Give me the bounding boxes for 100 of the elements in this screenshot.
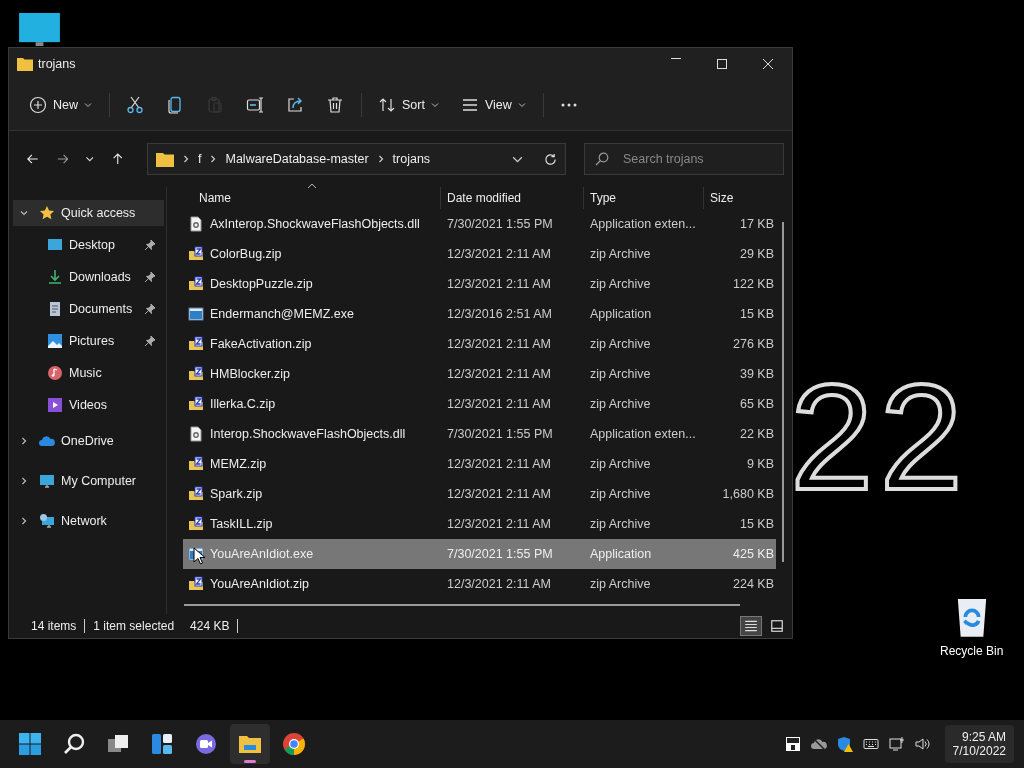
- volume-icon[interactable]: [914, 736, 931, 752]
- wallpaper-number: 22: [790, 362, 969, 512]
- file-row[interactable]: HMBlocker.zip 12/3/2021 2:11 AM zip Archive 39 KB: [183, 359, 776, 389]
- table-cell-text: 65 KB: [738, 397, 775, 411]
- sort-button[interactable]: Sort: [370, 89, 447, 121]
- cloud-off-icon[interactable]: [810, 736, 827, 752]
- caret-icon: [84, 101, 92, 109]
- minimize-icon[interactable]: [670, 58, 682, 59]
- file-name: Illerka.C.zip: [210, 397, 276, 411]
- maximize-icon[interactable]: [716, 58, 728, 70]
- zip-archive-icon: [188, 366, 204, 382]
- table-cell-text: 15 KB: [738, 517, 775, 531]
- table-cell-text: 12/3/2021 2:11 AM: [446, 457, 553, 471]
- file-name: MEMZ.zip: [210, 457, 267, 471]
- desktop-icon: [47, 237, 63, 253]
- document-icon: [47, 301, 63, 317]
- clock[interactable]: 9:25 AM 7/10/2022: [944, 725, 1014, 763]
- server-tray-icon[interactable]: [784, 736, 801, 752]
- file-row[interactable]: Illerka.C.zip 12/3/2021 2:11 AM zip Archive 65 KB: [183, 389, 776, 419]
- caret-icon: [430, 101, 439, 109]
- zip-archive-icon: [188, 336, 204, 352]
- start-icon: [18, 732, 42, 756]
- file-row[interactable]: FakeActivation.zip 12/3/2021 2:11 AM zip Archive 276 KB: [183, 329, 776, 359]
- table-cell-text: zip Archive: [589, 487, 652, 501]
- zip-archive-icon: [188, 456, 204, 472]
- breadcrumb-item[interactable]: trojans: [392, 152, 431, 166]
- caret-icon: [517, 101, 526, 109]
- chevron-icon: [376, 154, 385, 164]
- column-header[interactable]: Size: [704, 187, 776, 209]
- table-cell-text: 15 KB: [738, 307, 775, 321]
- zip-archive-icon: [188, 576, 204, 592]
- wired-network-icon[interactable]: [888, 736, 905, 752]
- computer-icon[interactable]: [18, 12, 61, 47]
- file-row[interactable]: TaskILL.zip 12/3/2021 2:11 AM zip Archive 15 KB: [183, 509, 776, 539]
- collapse-chevron-icon[interactable]: [19, 208, 29, 218]
- table-cell-text: 12/3/2021 2:11 AM: [446, 367, 553, 381]
- details-view-button[interactable]: [740, 616, 762, 636]
- file-name: Interop.ShockwaveFlashObjects.dll: [210, 427, 406, 441]
- search-icon: [62, 732, 86, 756]
- share-icon: [286, 96, 304, 114]
- table-cell-text: 12/3/2021 2:11 AM: [446, 277, 553, 291]
- file-row[interactable]: MEMZ.zip 12/3/2021 2:11 AM zip Archive 9 KB: [183, 449, 776, 479]
- zip-archive-icon: [188, 246, 204, 262]
- file-name: FakeActivation.zip: [210, 337, 312, 351]
- table-cell-text: 17 KB: [738, 217, 775, 231]
- table-cell-text: zip Archive: [589, 397, 652, 411]
- shield-warning-icon[interactable]: [836, 736, 853, 752]
- vertical-scrollbar[interactable]: [782, 222, 784, 562]
- sidebar-item[interactable]: Desktop: [9, 229, 166, 261]
- copy-icon: [166, 96, 184, 114]
- address-bar[interactable]: f MalwareDatabase-master trojans: [147, 143, 566, 175]
- picture-icon: [47, 333, 63, 349]
- expand-chevron-icon[interactable]: [19, 516, 29, 526]
- download-icon: [47, 269, 63, 285]
- file-row[interactable]: YouAreAnIdiot.zip 12/3/2021 2:11 AM zip Archive 224 KB: [183, 569, 776, 599]
- breadcrumb-item[interactable]: MalwareDatabase-master: [225, 152, 369, 166]
- file-row[interactable]: ColorBug.zip 12/3/2021 2:11 AM zip Archive 29 KB: [183, 239, 776, 269]
- sidebar-item[interactable]: Quick access: [13, 200, 164, 226]
- file-name: ColorBug.zip: [210, 247, 282, 261]
- table-cell-text: zip Archive: [589, 247, 652, 261]
- sidebar-item[interactable]: Documents: [9, 293, 166, 325]
- sidebar-item[interactable]: OneDrive: [13, 421, 164, 461]
- search-icon: [595, 152, 609, 166]
- column-header[interactable]: Type: [584, 187, 704, 209]
- file-row[interactable]: YouAreAnIdiot.exe 7/30/2021 1:55 PM Application 425 KB: [183, 539, 776, 569]
- table-cell-text: 29 KB: [738, 247, 775, 261]
- file-row[interactable]: Interop.ShockwaveFlashObjects.dll 7/30/2021 1:55 PM Application exten... 22 KB: [183, 419, 776, 449]
- table-cell-text: zip Archive: [589, 457, 652, 471]
- table-cell-text: 12/3/2021 2:11 AM: [446, 487, 553, 501]
- column-header[interactable]: Date modified: [441, 187, 584, 209]
- file-row[interactable]: DesktopPuzzle.zip 12/3/2021 2:11 AM zip Archive 122 KB: [183, 269, 776, 299]
- expand-chevron-icon[interactable]: [19, 476, 29, 486]
- sidebar-item[interactable]: Pictures: [9, 325, 166, 357]
- file-name: YouAreAnIdiot.exe: [210, 547, 314, 561]
- taskbar-app-button[interactable]: [230, 724, 270, 764]
- sidebar-item[interactable]: Downloads: [9, 261, 166, 293]
- sidebar-item[interactable]: My Computer: [13, 461, 164, 501]
- more-icon: [559, 103, 578, 107]
- sidebar-item[interactable]: Music: [9, 357, 166, 389]
- keyboard-icon[interactable]: [862, 736, 879, 752]
- refresh-icon[interactable]: [544, 152, 557, 166]
- file-name: TaskILL.zip: [210, 517, 273, 531]
- horizontal-scrollbar[interactable]: [184, 604, 740, 606]
- close-icon[interactable]: [762, 58, 774, 70]
- file-name: DesktopPuzzle.zip: [210, 277, 313, 291]
- search-field[interactable]: Search trojans: [584, 143, 784, 175]
- file-row[interactable]: AxInterop.ShockwaveFlashObjects.dll 7/30/2021 1:55 PM Application exten... 17 KB: [183, 209, 776, 239]
- table-cell-text: 276 KB: [732, 337, 775, 351]
- breadcrumb-item[interactable]: f: [198, 152, 202, 166]
- file-row[interactable]: Spark.zip 12/3/2021 2:11 AM zip Archive 1,680 KB: [183, 479, 776, 509]
- chevron-icon: [182, 154, 190, 164]
- column-header[interactable]: Name: [183, 187, 441, 209]
- window-title: trojans: [38, 57, 76, 71]
- list-view-icon: [744, 619, 758, 633]
- expand-chevron-icon[interactable]: [19, 436, 29, 446]
- table-cell-text: 12/3/2021 2:11 AM: [446, 517, 553, 531]
- sidebar-item[interactable]: Network: [13, 501, 164, 541]
- file-row[interactable]: Endermanch@MEMZ.exe 12/3/2016 2:51 AM Application 15 KB: [183, 299, 776, 329]
- sidebar-item[interactable]: Videos: [9, 389, 166, 421]
- browser-icon: [282, 732, 306, 756]
